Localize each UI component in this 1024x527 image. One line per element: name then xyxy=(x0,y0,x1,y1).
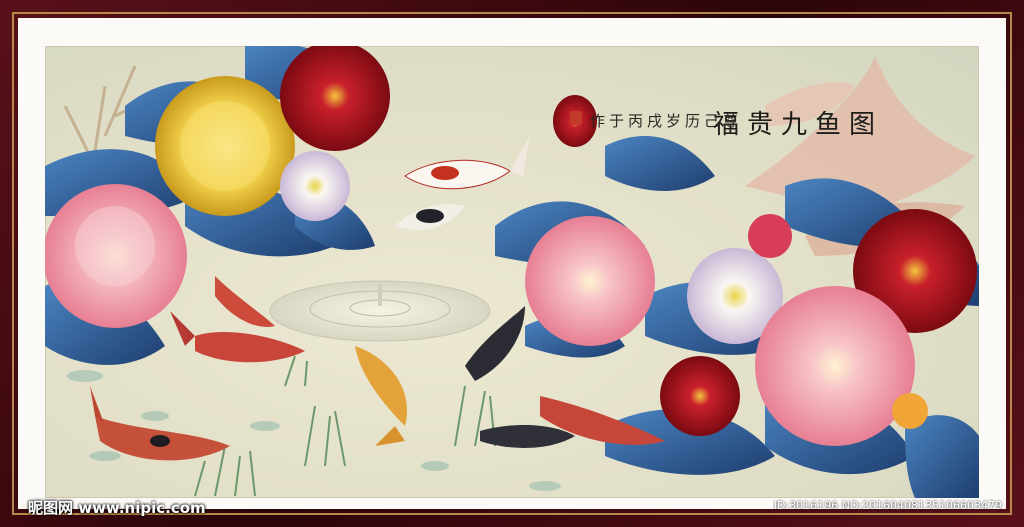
watermark-id: ID:3016196 NO:20160408135106603479 xyxy=(773,499,1002,512)
peony-red-bottom xyxy=(660,356,740,436)
painting-inscription: 作于丙戌岁历己尊 xyxy=(590,112,743,130)
watermark-brand: 昵图网 www.nipic.com xyxy=(28,499,206,517)
koi-1-top xyxy=(404,136,530,190)
koi-6-bottom-left xyxy=(90,386,230,461)
peony-pink-left xyxy=(45,184,187,328)
red-seal xyxy=(570,111,582,125)
peony-red-top xyxy=(280,46,390,151)
peony-yellow xyxy=(155,76,295,216)
peony-orange-bud xyxy=(892,393,928,429)
koi-2-top xyxy=(395,204,465,230)
peony-red-bud-right xyxy=(748,214,792,258)
peony-pink-right xyxy=(755,286,915,446)
peony-pink-center xyxy=(525,216,655,346)
koi-3-left xyxy=(215,276,275,327)
peony-white-left xyxy=(280,151,350,221)
koi-8-black-bottom xyxy=(480,424,575,448)
water-ripple xyxy=(269,280,491,342)
koi-5-gold xyxy=(355,346,407,446)
water-grass xyxy=(194,355,496,497)
painting: 福贵九鱼图 作于丙戌岁历己尊 xyxy=(45,46,979,498)
